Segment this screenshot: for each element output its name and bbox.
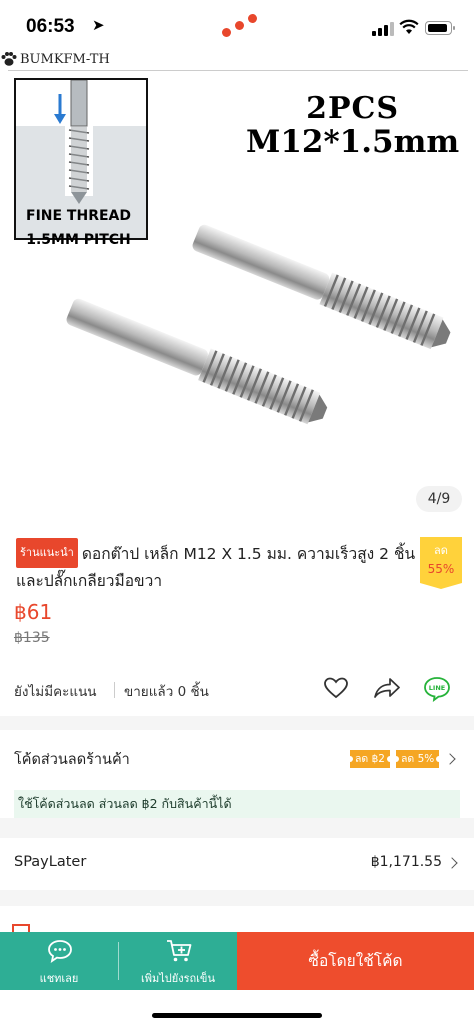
battery-icon: [425, 21, 455, 35]
location-arrow-icon: ➤: [92, 16, 105, 34]
discount-badge: ลด 55%: [420, 537, 462, 589]
divider: [114, 682, 115, 698]
taps-photo: [66, 224, 451, 425]
voucher-tag-percent: ลด 5%: [392, 750, 443, 768]
loading-dots-icon: [220, 12, 260, 40]
current-price: ฿61: [14, 600, 53, 624]
chat-button[interactable]: แชทเลย: [0, 932, 118, 990]
add-to-cart-label: เพิ่มไปยังรถเข็น: [141, 972, 215, 985]
add-to-cart-icon: [167, 940, 192, 962]
voucher-label: โค้ดส่วนลดร้านค้า: [14, 752, 130, 768]
wifi-icon: [399, 19, 419, 34]
product-image-carousel[interactable]: BUMKFM-TH 2PCS M12*1.5mm FINE THREAD 1.5…: [0, 48, 474, 520]
add-to-cart-button[interactable]: เพิ่มไปยังรถเข็น: [119, 932, 237, 990]
like-heart-icon[interactable]: [323, 676, 349, 700]
share-icon[interactable]: [373, 677, 401, 699]
chevron-right-icon: [444, 753, 456, 765]
cellular-signal-icon: [372, 22, 394, 36]
chat-label: แชทเลย: [39, 972, 79, 985]
buy-with-voucher-button[interactable]: ซื้อโดยใช้โค้ด: [237, 932, 474, 990]
recommended-shop-badge: ร้านแนะนำ: [16, 538, 78, 568]
product-info: ร้านแนะนำ ดอกต๊าป เหล็ก M12 X 1.5 มม. ควา…: [0, 520, 474, 716]
chat-icon: [48, 940, 72, 963]
line-share-icon[interactable]: LINE: [423, 676, 451, 702]
voucher-note: ใช้โค้ดส่วนลด ส่วนลด ฿2 กับสินค้านี้ได้: [14, 790, 460, 818]
home-indicator[interactable]: [152, 1013, 322, 1018]
image-counter: 4/9: [416, 486, 462, 512]
chevron-right-icon: [446, 857, 458, 869]
original-price: ฿135: [14, 630, 50, 646]
bottom-action-bar: แชทเลย เพิ่มไปยังรถเข็น ซื้อโดยใช้โค้ด: [0, 932, 474, 1025]
discount-value: 55%: [427, 562, 455, 576]
spaylater-amount: ฿1,171.55: [370, 854, 442, 870]
spaylater-label: SPayLater: [14, 854, 87, 870]
product-title: ร้านแนะนำ ดอกต๊าป เหล็ก M12 X 1.5 มม. ควา…: [16, 538, 416, 594]
shop-voucher-row[interactable]: โค้ดส่วนลดร้านค้า ลด ฿2 ลด 5% ใช้โค้ดส่ว…: [0, 730, 474, 818]
clock: 06:53: [26, 16, 75, 37]
spaylater-row[interactable]: SPayLater ฿1,171.55: [0, 838, 474, 890]
bottom-bar-left: แชทเลย เพิ่มไปยังรถเข็น: [0, 932, 237, 990]
voucher-tag-baht: ลด ฿2: [347, 750, 393, 768]
svg-text:LINE: LINE: [429, 684, 445, 692]
discount-label: ลด: [434, 544, 448, 557]
sold-count: ขายแล้ว 0 ชิ้น: [124, 684, 209, 700]
rating-status[interactable]: ยังไม่มีคะแนน: [14, 680, 97, 702]
